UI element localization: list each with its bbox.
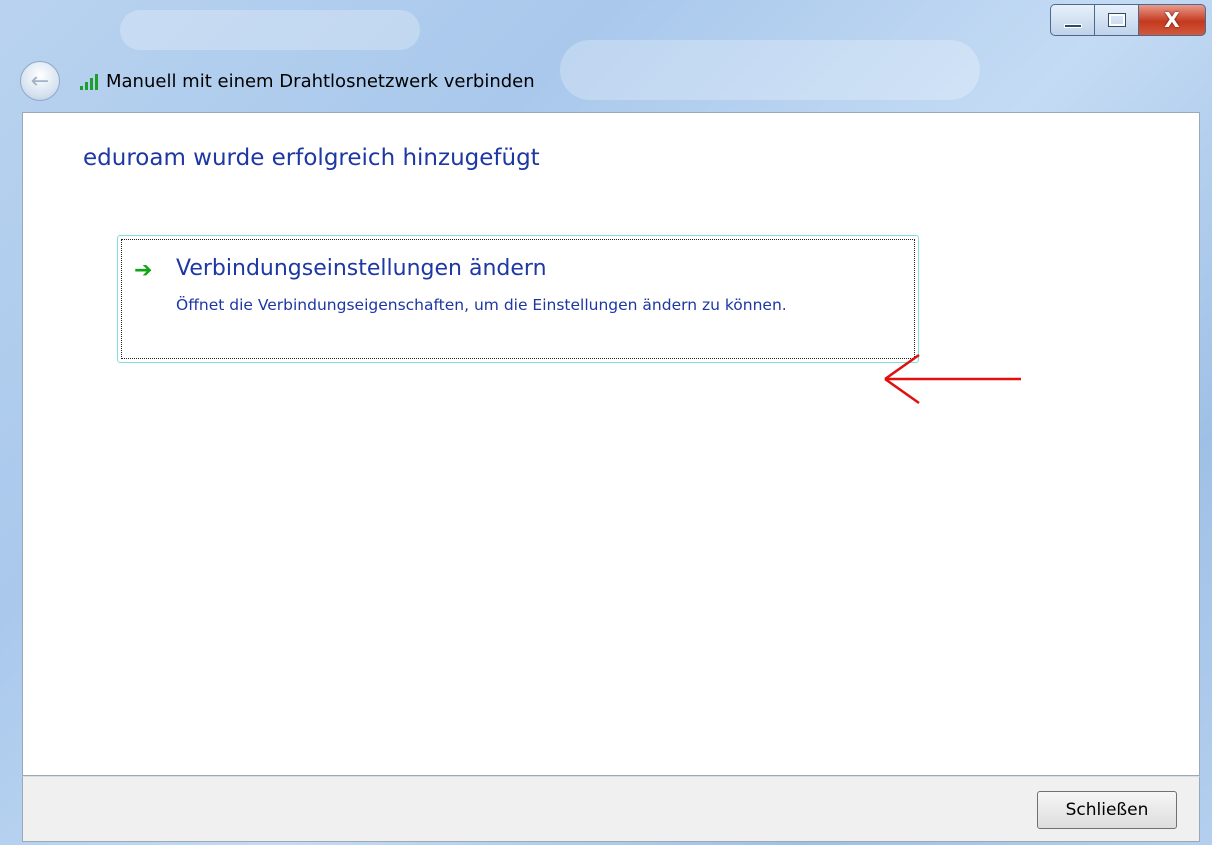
minimize-button[interactable] — [1050, 4, 1094, 36]
window-title: Manuell mit einem Drahtlosnetzwerk verbi… — [106, 70, 535, 92]
back-button[interactable]: ← — [20, 61, 60, 101]
back-arrow-icon: ← — [30, 68, 50, 94]
command-link-title: Verbindungseinstellungen ändern — [176, 256, 547, 281]
wireless-signal-icon — [80, 72, 98, 90]
maximize-icon — [1107, 13, 1126, 27]
dialog-window: X ← Manuell mit einem Drahtlosnetzwerk v… — [0, 0, 1212, 845]
change-connection-settings-link[interactable]: ➔ Verbindungseinstellungen ändern Öffnet… — [117, 235, 919, 363]
close-icon: X — [1164, 8, 1180, 32]
window-controls: X — [1050, 4, 1206, 36]
command-link-description: Öffnet die Verbindungseigenschaften, um … — [176, 296, 787, 314]
minimize-icon — [1063, 24, 1082, 28]
close-dialog-button[interactable]: Schließen — [1037, 791, 1177, 829]
red-annotation-arrow-icon — [884, 353, 1021, 405]
green-arrow-icon: ➔ — [134, 258, 153, 283]
page-title: eduroam wurde erfolgreich hinzugefügt — [83, 145, 540, 171]
window-close-button[interactable]: X — [1138, 4, 1206, 36]
maximize-button[interactable] — [1094, 4, 1138, 36]
content-panel: eduroam wurde erfolgreich hinzugefügt ➔ … — [22, 112, 1200, 776]
dialog-footer: Schließen — [22, 776, 1200, 842]
titlebar: ← Manuell mit einem Drahtlosnetzwerk ver… — [20, 58, 535, 104]
command-link-focus: ➔ Verbindungseinstellungen ändern Öffnet… — [121, 239, 915, 359]
